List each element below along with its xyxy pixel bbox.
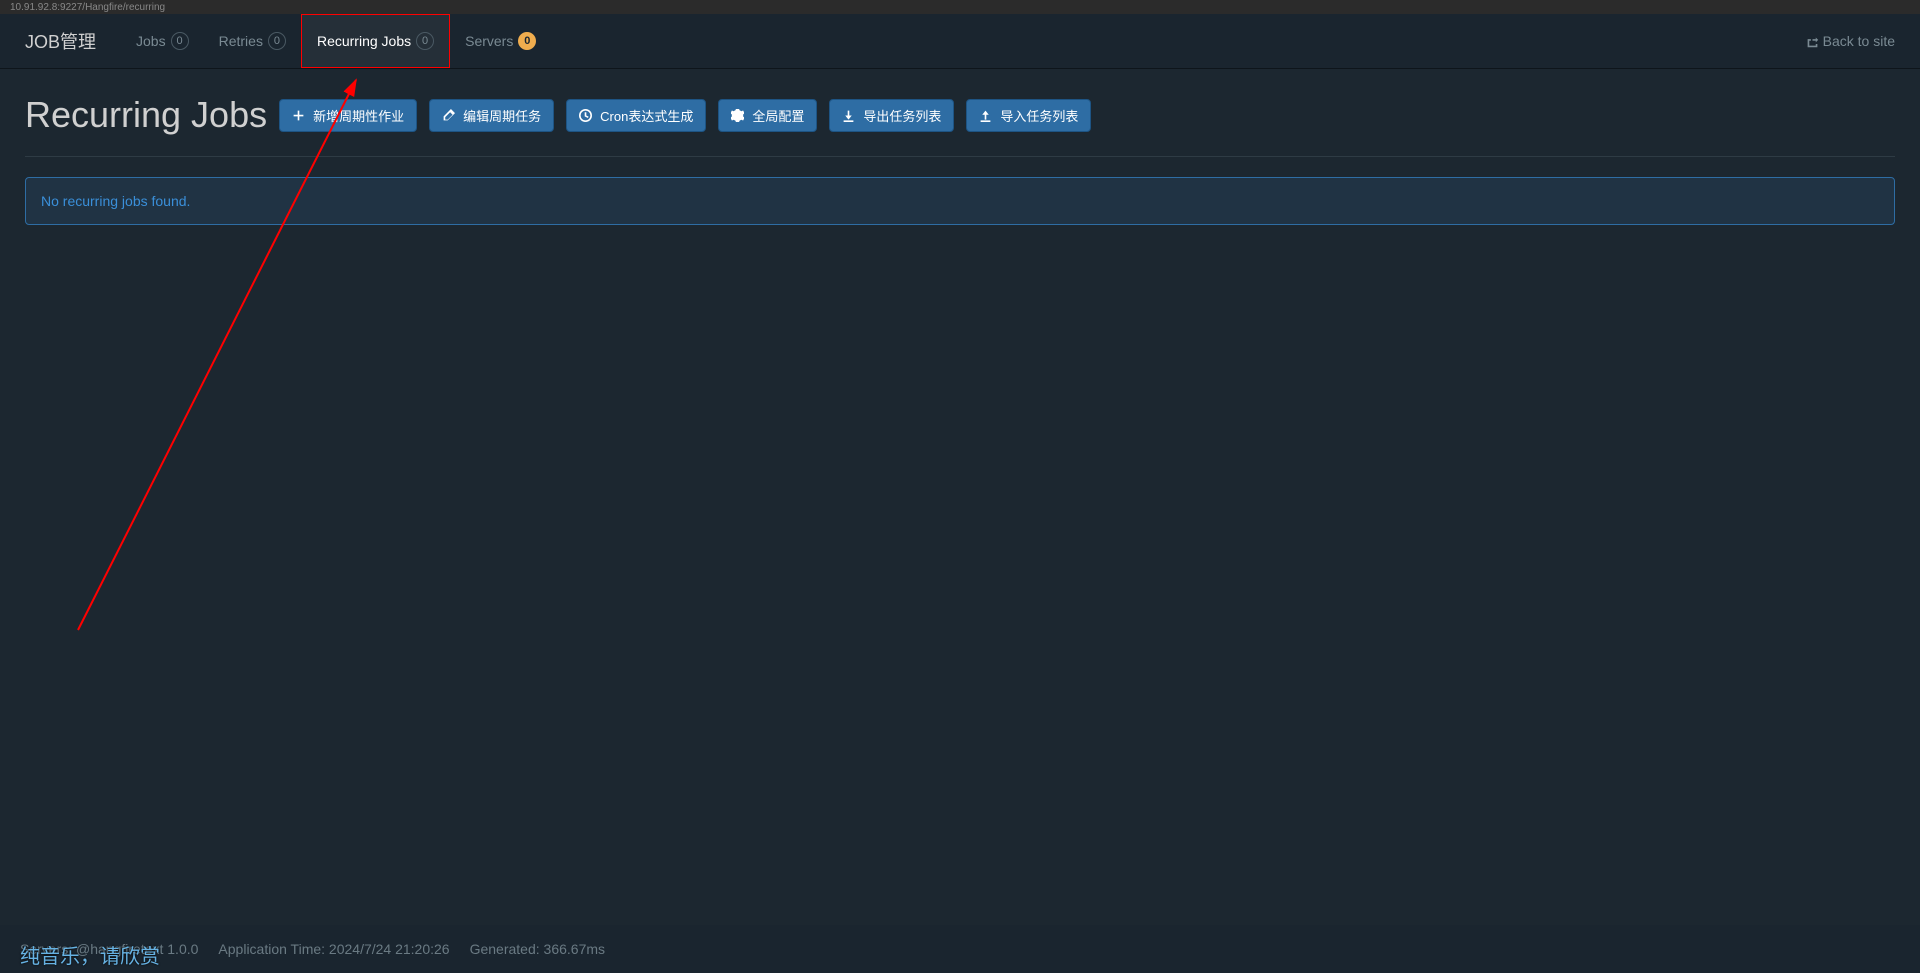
nav-tab-recurring[interactable]: Recurring Jobs 0 [301,14,450,68]
page-header: Recurring Jobs 新增周期性作业 编辑周期任务 Cron表达式生成 … [25,94,1895,157]
empty-state-alert: No recurring jobs found. [25,177,1895,225]
url-fragment: 10.91.92.8:9227/Hangfire/recurring [10,2,165,13]
plus-icon [292,109,305,122]
clock-icon [579,109,592,122]
page-title: Recurring Jobs [25,94,267,136]
footer-servers: Servers: @hangfiretext 1.0.0 [20,941,198,957]
nav-tabs: Jobs 0 Retries 0 Recurring Jobs 0 Server… [121,14,1806,68]
footer-app-time: Application Time: 2024/7/24 21:20:26 [218,941,449,957]
gear-icon [731,109,744,122]
button-label: 全局配置 [752,106,804,125]
nav-tab-servers[interactable]: Servers 0 [450,14,551,68]
edit-recurring-button[interactable]: 编辑周期任务 [429,99,554,132]
button-label: 导入任务列表 [1000,106,1078,125]
main-container: Recurring Jobs 新增周期性作业 编辑周期任务 Cron表达式生成 … [0,69,1920,250]
button-label: 导出任务列表 [863,106,941,125]
nav-tab-retries[interactable]: Retries 0 [204,14,301,68]
nav-tab-count: 0 [518,32,536,50]
back-to-site-link[interactable]: Back to site [1806,33,1895,49]
nav-tab-label: Recurring Jobs [317,33,411,49]
nav-tab-jobs[interactable]: Jobs 0 [121,14,204,68]
nav-tab-label: Jobs [136,33,166,49]
footer-generated: Generated: 366.67ms [470,941,605,957]
top-navbar: JOB管理 Jobs 0 Retries 0 Recurring Jobs 0 … [0,14,1920,69]
pencil-icon [442,109,455,122]
cron-generator-button[interactable]: Cron表达式生成 [566,99,706,132]
nav-tab-label: Servers [465,33,513,49]
nav-tab-count: 0 [416,32,434,50]
button-label: 编辑周期任务 [463,106,541,125]
back-to-site-label: Back to site [1823,33,1895,49]
nav-tab-count: 0 [268,32,286,50]
create-recurring-button[interactable]: 新增周期性作业 [279,99,417,132]
button-label: 新增周期性作业 [313,106,404,125]
upload-icon [979,109,992,122]
export-tasks-button[interactable]: 导出任务列表 [829,99,954,132]
download-icon [842,109,855,122]
nav-tab-label: Retries [219,33,263,49]
button-label: Cron表达式生成 [600,106,693,125]
app-brand[interactable]: JOB管理 [25,28,96,54]
import-tasks-button[interactable]: 导入任务列表 [966,99,1091,132]
browser-chrome-bar: 10.91.92.8:9227/Hangfire/recurring [0,0,1920,14]
footer-bar: Servers: @hangfiretext 1.0.0 Application… [0,925,1920,973]
global-config-button[interactable]: 全局配置 [718,99,817,132]
nav-tab-count: 0 [171,32,189,50]
share-icon [1806,35,1819,48]
